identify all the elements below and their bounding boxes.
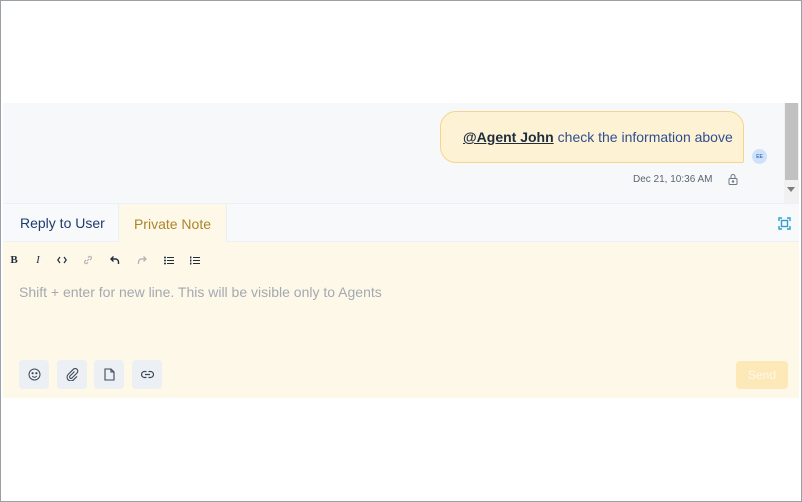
conversation-scrollbar[interactable] — [784, 103, 799, 203]
ordered-list-icon[interactable] — [187, 252, 203, 268]
bold-icon[interactable]: B — [6, 252, 22, 268]
scroll-thumb[interactable] — [785, 103, 798, 180]
tab-reply-to-user[interactable]: Reply to User — [20, 204, 105, 242]
message-bubble: @Agent John check the information above — [440, 111, 744, 163]
reply-tabs: Reply to User Private Note — [3, 203, 799, 243]
message-input[interactable]: Shift + enter for new line. This will be… — [19, 284, 382, 300]
italic-icon[interactable]: I — [30, 252, 46, 268]
private-note-editor[interactable]: B I Shift + enter for new line. This wil… — [3, 242, 799, 398]
bullet-list-icon[interactable] — [161, 252, 177, 268]
message-timestamp: Dec 21, 10:36 AM — [633, 173, 713, 185]
avatar: EE — [752, 149, 767, 164]
send-button[interactable]: Send — [736, 361, 788, 389]
emoji-icon[interactable] — [19, 360, 49, 389]
message-text: check the information above — [557, 129, 733, 145]
attachment-icon[interactable] — [57, 360, 87, 389]
conversation-panel: @Agent John check the information above … — [3, 103, 799, 203]
tab-private-note[interactable]: Private Note — [118, 204, 227, 243]
lock-icon — [727, 173, 739, 185]
insert-link-icon[interactable] — [132, 360, 162, 389]
undo-icon[interactable] — [107, 252, 123, 268]
message-meta: Dec 21, 10:36 AM — [633, 173, 739, 185]
expand-icon[interactable] — [778, 217, 791, 230]
app-frame: @Agent John check the information above … — [0, 0, 802, 502]
link-icon[interactable] — [80, 252, 96, 268]
agent-mention[interactable]: @Agent John — [463, 129, 554, 145]
code-icon[interactable] — [54, 252, 70, 268]
scroll-down-arrow-icon[interactable] — [787, 187, 795, 192]
file-icon[interactable] — [94, 360, 124, 389]
redo-icon[interactable] — [134, 252, 150, 268]
